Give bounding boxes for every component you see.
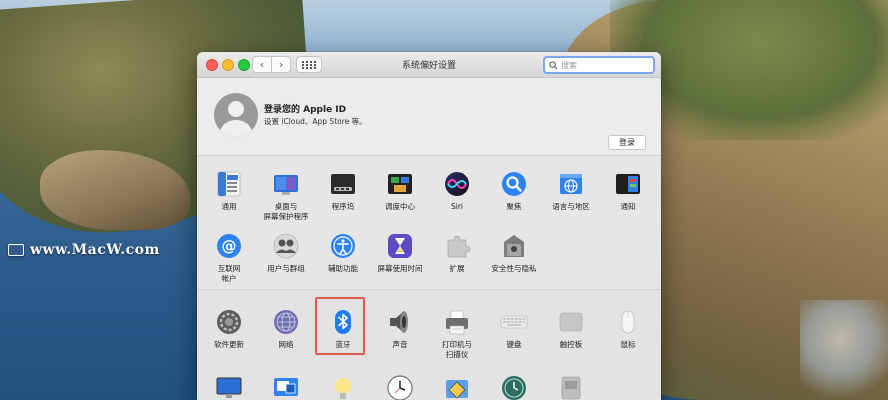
pref-general[interactable]: 通用 [201, 170, 257, 212]
search-input[interactable] [561, 60, 651, 70]
pref-label: 程序坞 [331, 202, 355, 211]
pref-label: 键盘 [506, 340, 522, 349]
system-preferences-window: ‹ › 系统偏好设置 登录您的 Apple ID 设置 i [197, 52, 661, 400]
apple-id-subtitle: 设置 iCloud、App Store 等。 [264, 117, 367, 126]
pref-label: 声音 [392, 340, 408, 349]
mission-control-icon [386, 170, 414, 198]
pref-label: 聚焦 [506, 202, 522, 211]
pref-label: 屏幕使用时间 [377, 264, 423, 273]
pref-desktop[interactable]: 桌面与 屏幕保护程序 [258, 170, 314, 222]
pref-label: 辅助功能 [328, 264, 358, 273]
search-field[interactable] [543, 56, 655, 74]
avatar[interactable] [214, 93, 258, 137]
avatar-head [228, 101, 244, 117]
pref-label: 语言与地区 [552, 202, 590, 211]
screen-time-icon [386, 232, 414, 260]
extensions-icon [443, 232, 471, 260]
pref-spotlight[interactable]: 聚焦 [486, 170, 542, 212]
spotlight-icon [500, 170, 528, 198]
apple-id-section: 登录您的 Apple ID 设置 iCloud、App Store 等。 登录 [197, 78, 661, 156]
bluetooth-highlight-box [315, 297, 365, 355]
watermark: www.MacW.com [8, 241, 160, 259]
pref-sharing[interactable] [429, 374, 485, 400]
dock-icon [329, 170, 357, 198]
pref-label: 网络 [278, 340, 294, 349]
watermark-logo-icon [8, 244, 24, 256]
pref-time-machine[interactable] [486, 374, 542, 400]
avatar-body [220, 120, 252, 137]
pref-startup-disk[interactable] [543, 374, 599, 400]
sound-icon [386, 308, 414, 336]
pref-screen-time[interactable]: 屏幕使用时间 [372, 232, 428, 274]
watermark-text: www.MacW.com [30, 242, 160, 258]
security-icon [500, 232, 528, 260]
pref-label: 调度中心 [385, 202, 415, 211]
pref-label: 打印机与 扫描仪 [442, 340, 472, 359]
pref-mission-control[interactable]: 调度中心 [372, 170, 428, 212]
printer-icon [443, 308, 471, 336]
pref-printers[interactable]: 打印机与 扫描仪 [429, 308, 485, 360]
time-machine-icon [500, 374, 528, 400]
desktop-icon [272, 170, 300, 198]
pref-label: 互联网 帐户 [217, 264, 241, 283]
prefs-section-hardware: 软件更新 网络 蓝牙 声音 打印机与 扫描仪 键盘 触控板 鼠标 [197, 290, 661, 400]
keyboard-icon [500, 308, 528, 336]
pref-notifications[interactable]: 通知 [600, 170, 656, 212]
svg-text:@: @ [222, 237, 237, 255]
pref-accessibility[interactable]: 辅助功能 [315, 232, 371, 274]
prefs-section-personal: 通用 桌面与 屏幕保护程序 程序坞 调度中心 Siri 聚焦 语言与地区 通知 … [197, 156, 661, 290]
pref-label: 用户与群组 [267, 264, 305, 273]
sharing-icon [443, 374, 471, 400]
pref-keyboard[interactable]: 键盘 [486, 308, 542, 350]
pref-users[interactable]: 用户与群组 [258, 232, 314, 274]
login-button[interactable]: 登录 [608, 135, 646, 150]
wallpaper-surf [800, 300, 888, 400]
pref-trackpad[interactable]: 触控板 [543, 308, 599, 350]
notifications-icon [614, 170, 642, 198]
titlebar: ‹ › 系统偏好设置 [197, 52, 661, 78]
software-update-icon [215, 308, 243, 336]
pref-label: 扩展 [449, 264, 465, 273]
pref-label: 鼠标 [620, 340, 636, 349]
pref-label: 软件更新 [214, 340, 244, 349]
pref-internet-accounts[interactable]: @ 互联网 帐户 [201, 232, 257, 284]
pref-dock[interactable]: 程序坞 [315, 170, 371, 212]
startup-disk-icon [557, 374, 585, 400]
pref-extensions[interactable]: 扩展 [429, 232, 485, 274]
pref-label: 桌面与 屏幕保护程序 [263, 202, 309, 221]
pref-sidecar[interactable] [258, 374, 314, 400]
pref-sound[interactable]: 声音 [372, 308, 428, 350]
pref-date-time[interactable] [372, 374, 428, 400]
pref-language[interactable]: 语言与地区 [543, 170, 599, 212]
displays-icon [215, 374, 243, 400]
pref-label: 通用 [221, 202, 237, 211]
apple-id-title: 登录您的 Apple ID [264, 105, 347, 115]
pref-label: Siri [450, 202, 463, 211]
pref-energy-saver[interactable] [315, 374, 371, 400]
energy-saver-icon [329, 374, 357, 400]
pref-security[interactable]: 安全性与隐私 [486, 232, 542, 274]
pref-software-update[interactable]: 软件更新 [201, 308, 257, 350]
users-icon [272, 232, 300, 260]
network-icon [272, 308, 300, 336]
pref-label: 触控板 [559, 340, 583, 349]
date-time-icon [386, 374, 414, 400]
internet-accounts-icon: @ [215, 232, 243, 260]
sidecar-icon [272, 374, 300, 400]
pref-displays[interactable] [201, 374, 257, 400]
pref-label: 安全性与隐私 [491, 264, 537, 273]
mouse-icon [614, 308, 642, 336]
pref-network[interactable]: 网络 [258, 308, 314, 350]
language-icon [557, 170, 585, 198]
accessibility-icon [329, 232, 357, 260]
general-icon [215, 170, 243, 198]
search-icon [549, 60, 558, 70]
pref-label: 通知 [620, 202, 636, 211]
siri-icon [443, 170, 471, 198]
pref-siri[interactable]: Siri [429, 170, 485, 212]
trackpad-icon [557, 308, 585, 336]
pref-mouse[interactable]: 鼠标 [600, 308, 656, 350]
